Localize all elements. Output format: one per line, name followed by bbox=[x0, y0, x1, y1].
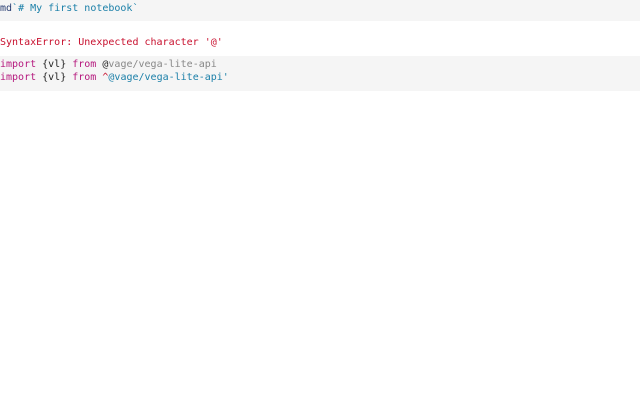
error-caret-icon: ^ bbox=[102, 72, 109, 83]
import-binding: {vl} bbox=[36, 72, 73, 83]
code-cell[interactable]: import {vl} from @vage/vega-lite-api imp… bbox=[0, 56, 640, 91]
md-tag: md bbox=[0, 3, 13, 14]
error-output-cell: SyntaxError: Unexpected character '@' bbox=[0, 21, 640, 55]
from-keyword: from bbox=[72, 59, 97, 70]
md-content: `# My first notebook` bbox=[12, 3, 139, 14]
import-keyword: import bbox=[0, 72, 37, 83]
code-line-1[interactable]: import {vl} from @vage/vega-lite-api bbox=[0, 59, 217, 71]
markdown-cell[interactable]: md`# My first notebook` bbox=[0, 0, 640, 21]
code-line-2[interactable]: import {vl} from ^@vage/vega-lite-api' bbox=[0, 72, 229, 84]
from-keyword: from bbox=[72, 72, 97, 83]
import-binding: {vl} bbox=[36, 59, 73, 70]
module-path: vage/vega-lite-api bbox=[108, 59, 217, 70]
import-keyword: import bbox=[0, 59, 37, 70]
module-string: @vage/vega-lite-api' bbox=[108, 72, 229, 83]
syntax-error-message: SyntaxError: Unexpected character '@' bbox=[0, 37, 223, 48]
markdown-cell-source[interactable]: md`# My first notebook` bbox=[0, 3, 138, 15]
